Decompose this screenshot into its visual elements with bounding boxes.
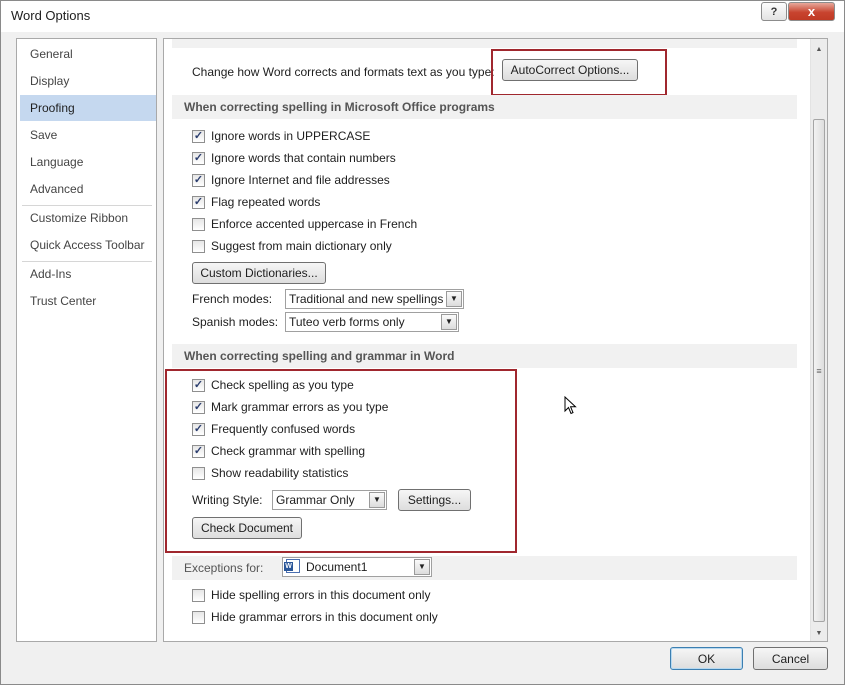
help-icon: ? xyxy=(770,5,778,18)
grip-icon: ≡ xyxy=(816,365,822,376)
proofing-panel: Change how Word corrects and formats tex… xyxy=(163,38,828,642)
checkbox[interactable]: ✓ xyxy=(192,173,205,187)
checkbox[interactable] xyxy=(192,217,205,231)
mouse-pointer-icon xyxy=(564,396,577,415)
category-nav: General Display Proofing Save Language A… xyxy=(16,38,157,642)
chevron-down-icon: ▼ xyxy=(446,291,462,307)
french-modes-select[interactable]: Traditional and new spellings ▼ xyxy=(285,289,464,309)
nav-item-display[interactable]: Display xyxy=(20,68,156,94)
nav-item-advanced[interactable]: Advanced xyxy=(20,176,156,202)
checkbox[interactable] xyxy=(192,239,205,253)
check-flag-repeated[interactable]: ✓ Flag repeated words xyxy=(192,193,320,211)
vertical-scrollbar[interactable]: ▲ ≡ ▼ xyxy=(810,39,827,641)
section-header-exceptions: Exceptions for: xyxy=(172,556,797,580)
nav-item-general[interactable]: General xyxy=(20,41,156,67)
nav-item-save[interactable]: Save xyxy=(20,122,156,148)
word-document-icon xyxy=(284,559,300,573)
close-icon: x xyxy=(807,4,816,19)
highlight-box-word-grammar xyxy=(165,369,517,553)
check-enforce-accented[interactable]: Enforce accented uppercase in French xyxy=(192,215,417,233)
checkbox[interactable] xyxy=(192,588,205,602)
check-main-dictionary[interactable]: Suggest from main dictionary only xyxy=(192,237,392,255)
spanish-modes-select[interactable]: Tuteo verb forms only ▼ xyxy=(285,312,459,332)
nav-item-proofing[interactable]: Proofing xyxy=(20,95,156,121)
check-ignore-uppercase[interactable]: ✓ Ignore words in UPPERCASE xyxy=(192,127,370,145)
check-ignore-internet[interactable]: ✓ Ignore Internet and file addresses xyxy=(192,171,390,189)
scroll-up-icon[interactable]: ▲ xyxy=(811,41,827,57)
chevron-down-icon: ▼ xyxy=(441,314,457,330)
french-modes-label: French modes: xyxy=(192,292,273,306)
section-header-office: When correcting spelling in Microsoft Of… xyxy=(172,95,797,119)
section-header-word: When correcting spelling and grammar in … xyxy=(172,344,797,368)
nav-item-language[interactable]: Language xyxy=(20,149,156,175)
check-ignore-numbers[interactable]: ✓ Ignore words that contain numbers xyxy=(192,149,396,167)
checkbox[interactable]: ✓ xyxy=(192,195,205,209)
check-hide-spelling-errors[interactable]: Hide spelling errors in this document on… xyxy=(192,586,430,604)
checkbox[interactable]: ✓ xyxy=(192,129,205,143)
chevron-down-icon: ▼ xyxy=(414,559,430,575)
ok-button[interactable]: OK xyxy=(670,647,743,670)
window-title: Word Options xyxy=(11,8,91,23)
custom-dictionaries-button[interactable]: Custom Dictionaries... xyxy=(192,262,326,284)
exceptions-document-select[interactable]: Document1 ▼ xyxy=(282,557,432,577)
close-button[interactable]: x xyxy=(788,2,835,21)
nav-item-quick-access-toolbar[interactable]: Quick Access Toolbar xyxy=(20,232,156,258)
scroll-down-icon[interactable]: ▼ xyxy=(811,625,827,641)
section-header-autocorrect xyxy=(172,39,797,48)
checkbox[interactable] xyxy=(192,610,205,624)
nav-item-customize-ribbon[interactable]: Customize Ribbon xyxy=(20,205,156,231)
cancel-button[interactable]: Cancel xyxy=(753,647,828,670)
scroll-thumb[interactable]: ≡ xyxy=(813,119,825,622)
word-options-dialog: Word Options ? x General Display Proofin… xyxy=(0,0,845,685)
exceptions-label: Exceptions for: xyxy=(184,561,264,575)
checkbox[interactable]: ✓ xyxy=(192,151,205,165)
help-button[interactable]: ? xyxy=(761,2,787,21)
spanish-modes-label: Spanish modes: xyxy=(192,315,279,329)
autocorrect-description: Change how Word corrects and formats tex… xyxy=(192,65,495,79)
nav-item-trust-center[interactable]: Trust Center xyxy=(20,288,156,314)
title-bar: Word Options ? x xyxy=(1,1,844,32)
highlight-box-autocorrect xyxy=(491,49,667,96)
check-hide-grammar-errors[interactable]: Hide grammar errors in this document onl… xyxy=(192,608,438,626)
nav-item-add-ins[interactable]: Add-Ins xyxy=(20,261,156,287)
